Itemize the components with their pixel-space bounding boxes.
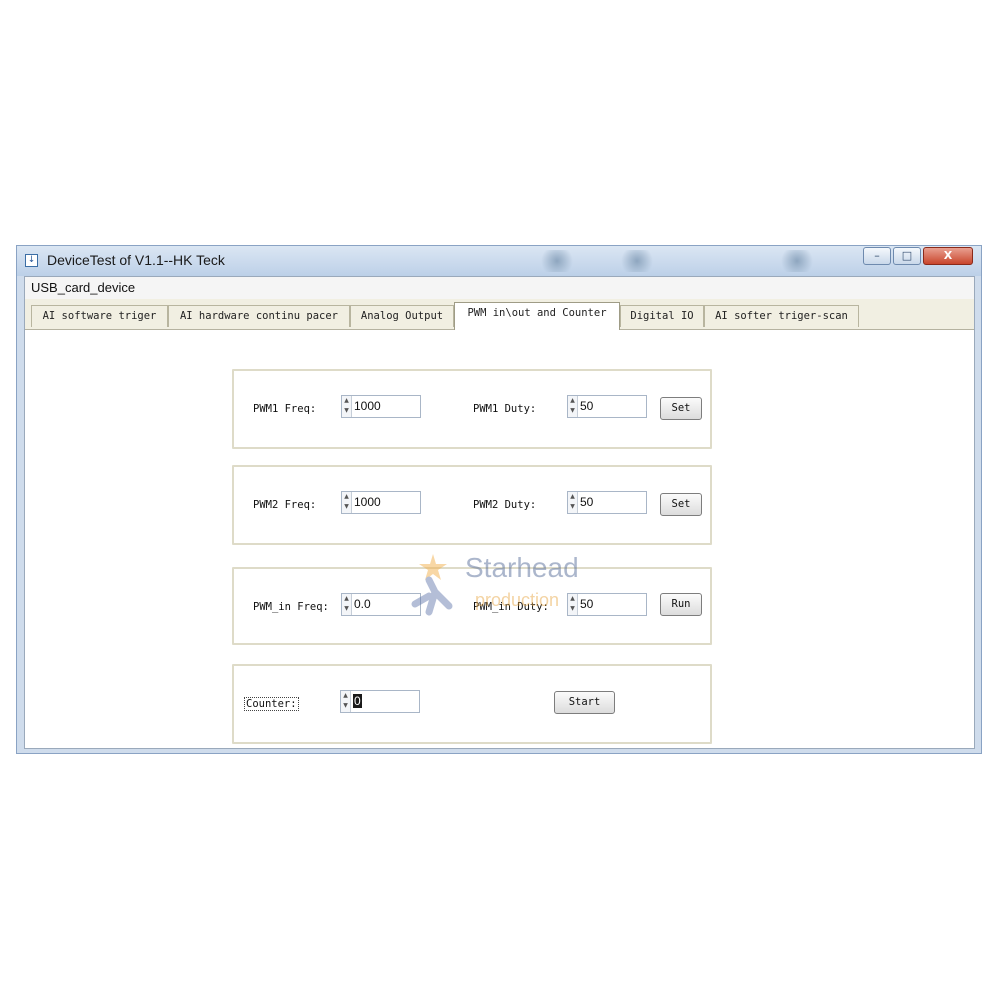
tab-panel-pwm-counter: PWM1 Freq: ▲ ▼ 1000 PWM1 Duty: ▲ ▼ 50 Set …: [25, 330, 974, 748]
pwm2-duty-value: 50: [580, 495, 594, 509]
pwm2-set-button[interactable]: Set: [660, 493, 702, 516]
pwm2-freq-label: PWM2 Freq:: [253, 499, 317, 511]
pwm1-duty-spinbox[interactable]: ▲ ▼ 50: [567, 395, 647, 418]
spin-arrows-icon[interactable]: ▲ ▼: [342, 594, 352, 615]
window-title: DeviceTest of V1.1--HK Teck: [47, 252, 225, 268]
tab-digital-io[interactable]: Digital IO: [620, 305, 704, 327]
spin-arrows-icon[interactable]: ▲ ▼: [342, 492, 352, 513]
pwm-in-freq-label: PWM_in Freq:: [253, 601, 329, 613]
pwm2-duty-label: PWM2 Duty:: [473, 499, 537, 511]
client-area: USB_card_device AI software triger AI ha…: [24, 276, 975, 749]
title-bar-decoration: [777, 250, 817, 272]
spin-arrows-icon[interactable]: ▲ ▼: [568, 594, 578, 615]
title-bar[interactable]: ↓ DeviceTest of V1.1--HK Teck – □ X: [17, 246, 981, 276]
pwm1-duty-label: PWM1 Duty:: [473, 403, 537, 415]
pwm2-duty-spinbox[interactable]: ▲ ▼ 50: [567, 491, 647, 514]
menu-bar: USB_card_device: [25, 277, 974, 300]
pwm-in-duty-value: 50: [580, 597, 594, 611]
pwm-in-duty-spinbox[interactable]: ▲ ▼ 50: [567, 593, 647, 616]
counter-group: Counter: ▲ ▼ 0 Start: [232, 664, 712, 744]
spin-arrows-icon[interactable]: ▲ ▼: [568, 492, 578, 513]
counter-value: 0: [353, 694, 362, 708]
tab-pwm-inout-counter[interactable]: PWM in\out and Counter: [454, 302, 620, 330]
counter-spinbox[interactable]: ▲ ▼ 0: [340, 690, 420, 713]
pwm-in-group: PWM_in Freq: ▲ ▼ 0.0 PWM_in Duty: ▲ ▼ 50 R…: [232, 567, 712, 645]
tab-strip: AI software triger AI hardware continu p…: [25, 299, 974, 330]
pwm1-group: PWM1 Freq: ▲ ▼ 1000 PWM1 Duty: ▲ ▼ 50 Set: [232, 369, 712, 449]
pwm2-freq-value: 1000: [354, 495, 381, 509]
spin-arrows-icon[interactable]: ▲ ▼: [341, 691, 351, 712]
pwm-in-duty-label: PWM_in Duty:: [473, 601, 549, 613]
pwm1-freq-label: PWM1 Freq:: [253, 403, 317, 415]
minimize-button[interactable]: –: [863, 247, 891, 265]
pwm-in-run-button[interactable]: Run: [660, 593, 702, 616]
counter-start-button[interactable]: Start: [554, 691, 615, 714]
pwm1-duty-value: 50: [580, 399, 594, 413]
spin-arrows-icon[interactable]: ▲ ▼: [568, 396, 578, 417]
tab-ai-software-triger[interactable]: AI software triger: [31, 305, 168, 327]
title-bar-decoration: [617, 250, 657, 272]
app-window-icon[interactable]: ↓: [25, 254, 38, 267]
pwm2-group: PWM2 Freq: ▲ ▼ 1000 PWM2 Duty: ▲ ▼ 50 Set: [232, 465, 712, 545]
maximize-button[interactable]: □: [893, 247, 921, 265]
pwm-in-freq-value: 0.0: [354, 597, 371, 611]
tab-ai-hardware-continu-pacer[interactable]: AI hardware continu pacer: [168, 305, 350, 327]
app-window: ↓ DeviceTest of V1.1--HK Teck – □ X USB_…: [16, 245, 982, 754]
counter-label: Counter:: [244, 697, 299, 711]
pwm1-freq-value: 1000: [354, 399, 381, 413]
pwm2-freq-spinbox[interactable]: ▲ ▼ 1000: [341, 491, 421, 514]
pwm1-set-button[interactable]: Set: [660, 397, 702, 420]
spin-arrows-icon[interactable]: ▲ ▼: [342, 396, 352, 417]
pwm1-freq-spinbox[interactable]: ▲ ▼ 1000: [341, 395, 421, 418]
menu-item-usb-card-device[interactable]: USB_card_device: [31, 280, 135, 295]
tab-analog-output[interactable]: Analog Output: [350, 305, 454, 327]
title-bar-decoration: [537, 250, 577, 272]
close-button[interactable]: X: [923, 247, 973, 265]
pwm-in-freq-spinbox[interactable]: ▲ ▼ 0.0: [341, 593, 421, 616]
tab-ai-softer-triger-scan[interactable]: AI softer triger-scan: [704, 305, 859, 327]
